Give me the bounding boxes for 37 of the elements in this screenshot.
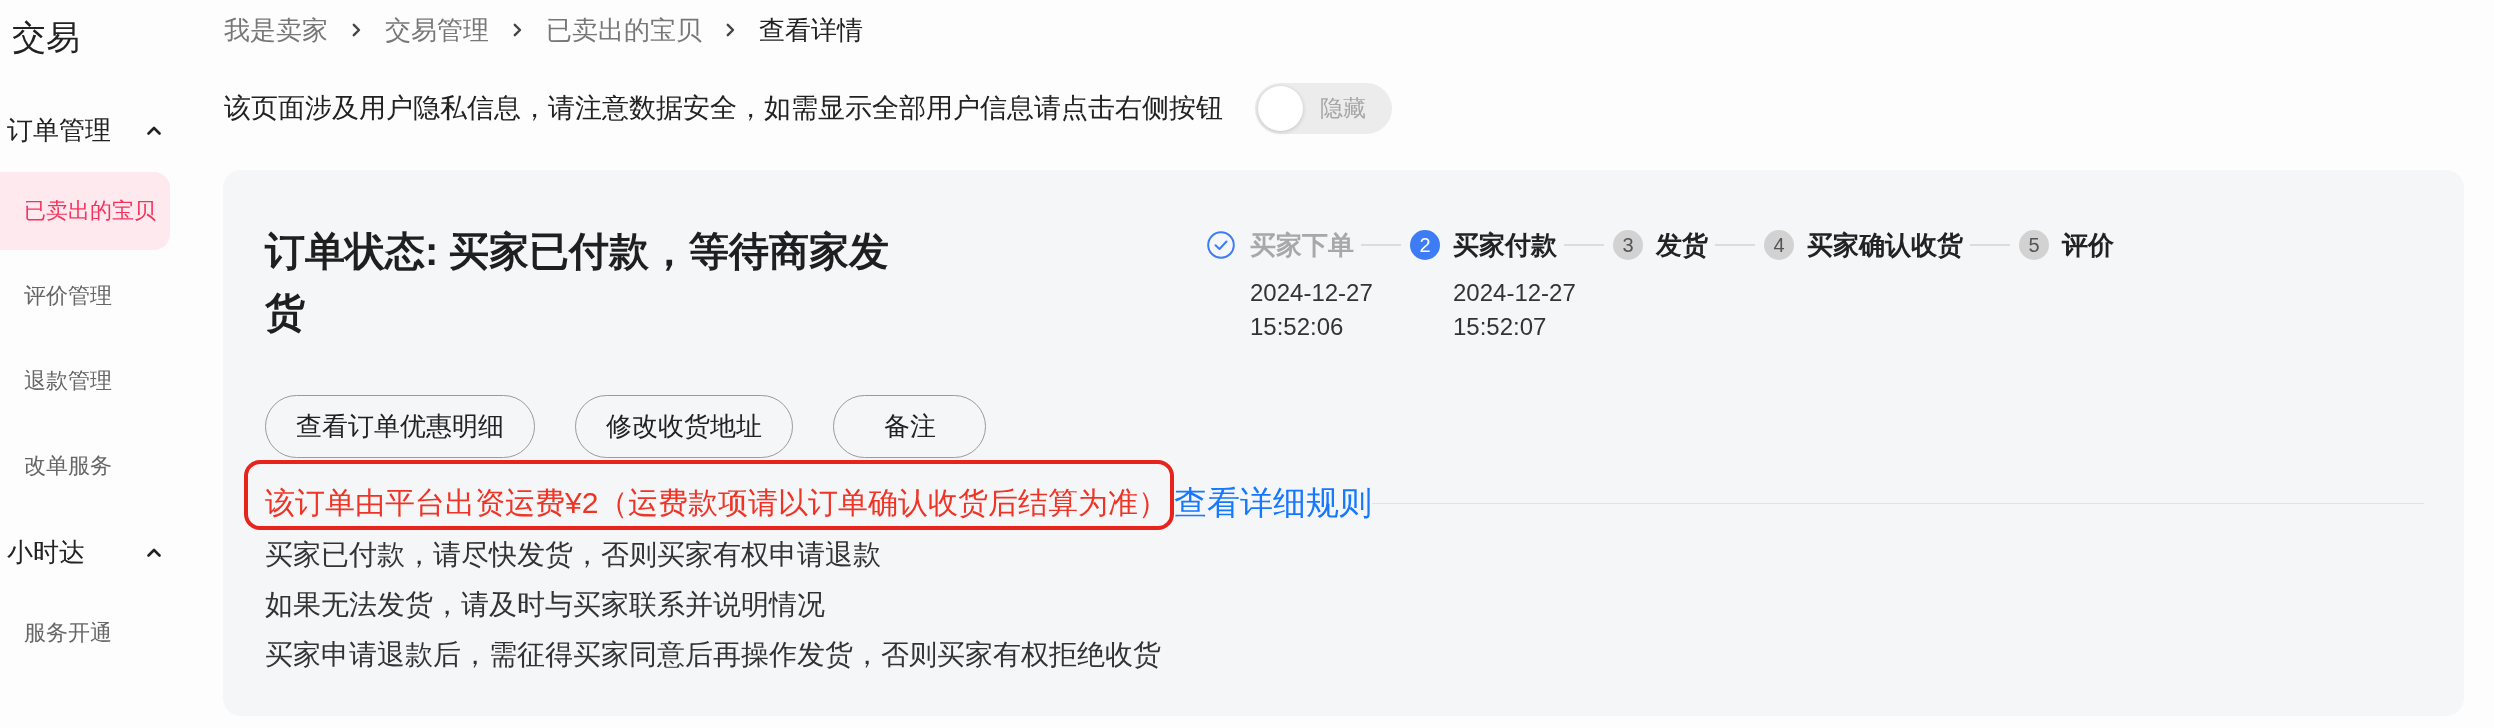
breadcrumb-link[interactable]: 已卖出的宝贝: [546, 12, 702, 48]
chevron-up-icon: [147, 125, 161, 135]
order-status-title: 订单状态: 买家已付款，等待商家发货: [265, 228, 891, 336]
step-label: 买家确认收货: [1807, 228, 1963, 262]
sidebar-item[interactable]: 已卖出的宝贝: [0, 172, 170, 250]
step-time: 15:52:06: [1250, 312, 1344, 342]
step-label: 买家下单: [1250, 228, 1354, 262]
privacy-notice: 该页面涉及用户隐私信息，请注意数据安全，如需显示全部用户信息请点击右侧按钮: [224, 92, 1223, 125]
breadcrumb-link[interactable]: 我是卖家: [224, 12, 328, 48]
step-number: 2: [1410, 230, 1440, 260]
sidebar-title: 交易: [11, 17, 80, 58]
sidebar-item[interactable]: 改单服务: [0, 427, 170, 505]
step-date: 2024-12-27: [1250, 278, 1373, 308]
sidebar-item[interactable]: 退款管理: [0, 342, 170, 420]
chevron-right-icon: [726, 23, 735, 37]
fee-notice: 该订单由平台出资运费¥2（运费款项请以订单确认收货后结算为准）: [265, 485, 1169, 521]
step-time: 15:52:07: [1453, 312, 1547, 342]
step-label: 发货: [1656, 228, 1708, 262]
tip-text: 买家申请退款后，需征得买家同意后再操作发货，否则买家有权拒绝收货: [265, 638, 1162, 672]
chevron-up-icon: [147, 547, 161, 557]
tip-text: 如果无法发货，请及时与买家联系并说明情况: [265, 588, 826, 622]
step-label: 买家付款: [1453, 228, 1557, 262]
step-label: 评价: [2062, 228, 2114, 262]
step-number: 4: [1764, 230, 1794, 260]
chevron-right-icon: [352, 23, 361, 37]
sidebar-item[interactable]: 评价管理: [0, 257, 170, 335]
sidebar-section-header[interactable]: 订单管理: [0, 100, 170, 160]
sidebar-item[interactable]: 服务开通: [0, 594, 170, 672]
breadcrumb-link[interactable]: 查看详情: [759, 12, 863, 48]
sidebar-section-header[interactable]: 小时达: [0, 522, 170, 582]
chevron-right-icon: [513, 23, 522, 37]
step-number: 3: [1613, 230, 1643, 260]
rules-link[interactable]: 查看详细规则: [1174, 481, 1373, 525]
tip-text: 买家已付款，请尽快发货，否则买家有权申请退款: [265, 538, 882, 572]
step-number: 5: [2019, 230, 2049, 260]
step-date: 2024-12-27: [1453, 278, 1576, 308]
breadcrumb-link[interactable]: 交易管理: [385, 12, 489, 48]
